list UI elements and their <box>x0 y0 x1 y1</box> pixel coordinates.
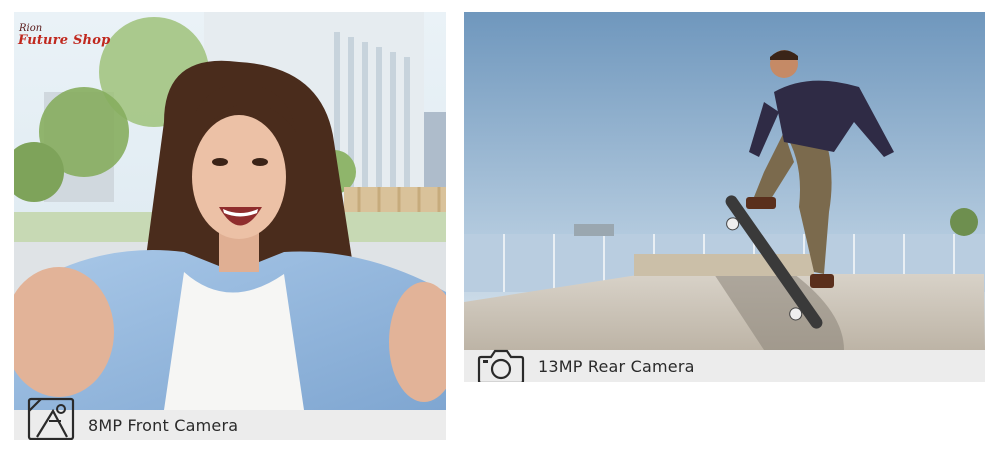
rear-camera-caption: 13MP Rear Camera <box>464 349 985 382</box>
front-camera-label: 8MP Front Camera <box>88 415 239 435</box>
front-camera-caption: 8MP Front Camera <box>14 397 446 440</box>
brand-name: Future Shop <box>18 33 111 48</box>
rear-camera-label: 13MP Rear Camera <box>538 356 695 376</box>
front-camera-panel: Rion Future Shop 8MP Front Camera <box>14 12 446 440</box>
brand-logo: Rion Future Shop <box>18 24 111 48</box>
selfie-photo <box>14 12 446 410</box>
camera-icon <box>477 349 525 382</box>
skateboarder-photo <box>464 12 985 350</box>
selfie-camera-icon <box>27 397 75 440</box>
rear-camera-panel: 13MP Rear Camera <box>464 12 985 382</box>
